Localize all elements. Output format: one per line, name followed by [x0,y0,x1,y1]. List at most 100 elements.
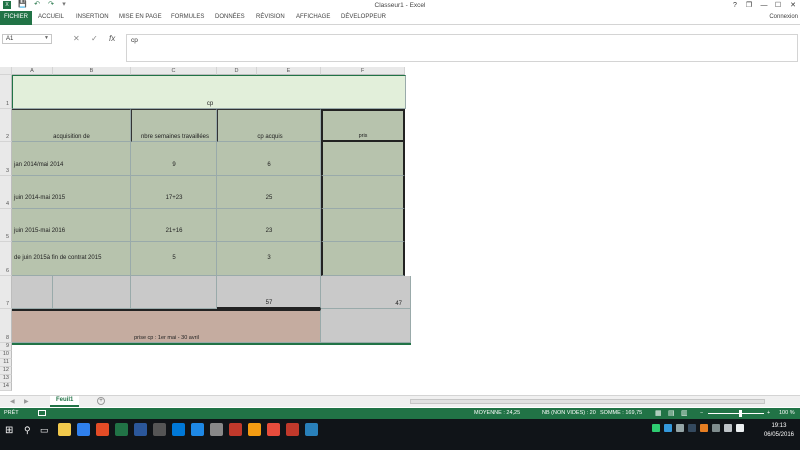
cell-d5[interactable]: 23 [217,209,321,242]
taskbar-app-icon[interactable] [191,423,204,436]
row-header-8[interactable]: 8 [0,309,12,343]
cell-c5[interactable]: 21+16 [131,209,217,242]
cell-d6[interactable]: 3 [217,242,321,276]
taskbar-app-icon[interactable] [153,423,166,436]
tray-icon-4[interactable] [688,424,696,432]
row-header-12[interactable]: 12 [0,367,12,375]
taskbar-app-icon[interactable] [58,423,71,436]
cell-d4[interactable]: 25 [217,176,321,209]
taskbar-app-icon[interactable] [172,423,185,436]
cell-c3[interactable]: 9 [131,142,217,176]
cell-a1-merged[interactable]: cp [12,75,406,109]
row-header-1[interactable]: 1 [0,75,12,109]
page-layout-icon[interactable]: ▤ [668,409,675,417]
taskbar-app-icon[interactable] [286,423,299,436]
taskbar-app-icon[interactable] [210,423,223,436]
page-break-icon[interactable]: ▥ [681,409,688,417]
cell-a2[interactable]: acquisition de [12,109,131,142]
cell-c6[interactable]: 5 [131,242,217,276]
row-header-4[interactable]: 4 [0,176,12,209]
tab-accueil[interactable]: ACCUEIL [38,14,64,20]
tray-icon-3[interactable] [676,424,684,432]
maximize-button[interactable]: ☐ [771,1,785,10]
notification-icon[interactable] [736,424,744,432]
clock[interactable]: 19:13 06/05/2016 [764,422,794,440]
tab-developpeur[interactable]: DÉVELOPPEUR [341,14,386,20]
row-header-13[interactable]: 13 [0,375,12,383]
prev-sheet-icon[interactable]: ◀ [10,398,15,405]
cell-a4[interactable]: juin 2014-mai 2015 [12,176,131,209]
row-header-11[interactable]: 11 [0,359,12,367]
cell-a3[interactable]: jan 2014/mai 2014 [12,142,131,176]
cell-f8[interactable] [321,309,411,343]
worksheet-grid[interactable]: A B C D E F 1 2 3 4 5 6 7 8 9 10 11 12 1… [0,63,800,395]
volume-icon[interactable] [724,424,732,432]
cell-f5[interactable] [321,209,405,242]
zoom-in-icon[interactable]: + [767,410,770,416]
cell-d3[interactable]: 6 [217,142,321,176]
row-header-2[interactable]: 2 [0,109,12,142]
tray-icon-1[interactable] [652,424,660,432]
cell-a6[interactable]: de juin 2015à fin de contrat 2015 [12,242,131,276]
zoom-level[interactable]: 100 % [779,410,795,416]
signin-link[interactable]: Connexion [769,14,798,20]
cell-f2[interactable]: pris [321,109,405,142]
cell-c7[interactable] [131,276,217,309]
ribbon-display-button[interactable]: ❐ [742,1,756,10]
taskbar-app-icon[interactable] [115,423,128,436]
cell-f7[interactable]: 47 [321,276,411,309]
tab-mise-en-page[interactable]: MISE EN PAGE [119,14,162,20]
row-header-10[interactable]: 10 [0,351,12,359]
windows-start-icon[interactable]: ⊞ [5,425,13,436]
cell-a5[interactable]: juin 2015-mai 2016 [12,209,131,242]
insert-function-icon[interactable]: fx [109,34,115,43]
select-all-corner[interactable] [0,67,12,75]
cell-f3[interactable] [321,142,405,176]
sheet-tab-feuil1[interactable]: Feuil1 [50,396,80,407]
taskbar-app-icon[interactable] [96,423,109,436]
taskbar-app-icon[interactable] [134,423,147,436]
normal-view-icon[interactable]: ▦ [655,409,662,417]
zoom-out-icon[interactable]: − [700,410,703,416]
tab-formules[interactable]: FORMULES [171,14,204,20]
tray-icon-2[interactable] [664,424,672,432]
taskbar-app-icon[interactable] [305,423,318,436]
add-sheet-button[interactable]: + [97,397,105,405]
row-header-6[interactable]: 6 [0,242,12,276]
cell-d2[interactable]: cp acquis [217,109,321,142]
row-header-5[interactable]: 5 [0,209,12,242]
zoom-slider-thumb[interactable] [739,410,742,417]
row-header-3[interactable]: 3 [0,142,12,176]
cell-c2[interactable]: nbre semaines travaillées [131,109,217,142]
minimize-button[interactable]: — [757,1,771,10]
close-button[interactable]: ✕ [786,1,800,10]
network-icon[interactable] [712,424,720,432]
name-box[interactable]: A1 ▼ [2,34,52,44]
cell-a7[interactable] [12,276,53,309]
row-header-7[interactable]: 7 [0,276,12,309]
cell-d7[interactable]: 57 [217,276,321,309]
search-icon[interactable]: ⚲ [24,425,31,436]
cancel-icon[interactable]: ✕ [73,34,80,43]
tab-revision[interactable]: RÉVISION [256,14,285,20]
task-view-icon[interactable]: ▭ [40,425,49,436]
enter-icon[interactable]: ✓ [91,34,98,43]
macro-record-icon[interactable] [38,410,46,416]
column-header-c[interactable]: C [131,67,217,75]
taskbar-app-icon[interactable] [77,423,90,436]
column-header-f[interactable]: F [321,67,405,75]
zoom-slider[interactable] [708,413,764,414]
taskbar-app-icon[interactable] [229,423,242,436]
help-button[interactable]: ? [728,1,742,10]
horizontal-scrollbar[interactable] [410,399,765,404]
formula-input[interactable]: cp [126,34,798,62]
column-header-b[interactable]: B [53,67,131,75]
cell-f4[interactable] [321,176,405,209]
tray-icon-5[interactable] [700,424,708,432]
row-header-9[interactable]: 9 [0,343,12,351]
row-header-14[interactable]: 14 [0,383,12,391]
taskbar-app-icon[interactable] [248,423,261,436]
taskbar-app-icon[interactable] [267,423,280,436]
column-header-d[interactable]: D [217,67,257,75]
next-sheet-icon[interactable]: ▶ [24,398,29,405]
